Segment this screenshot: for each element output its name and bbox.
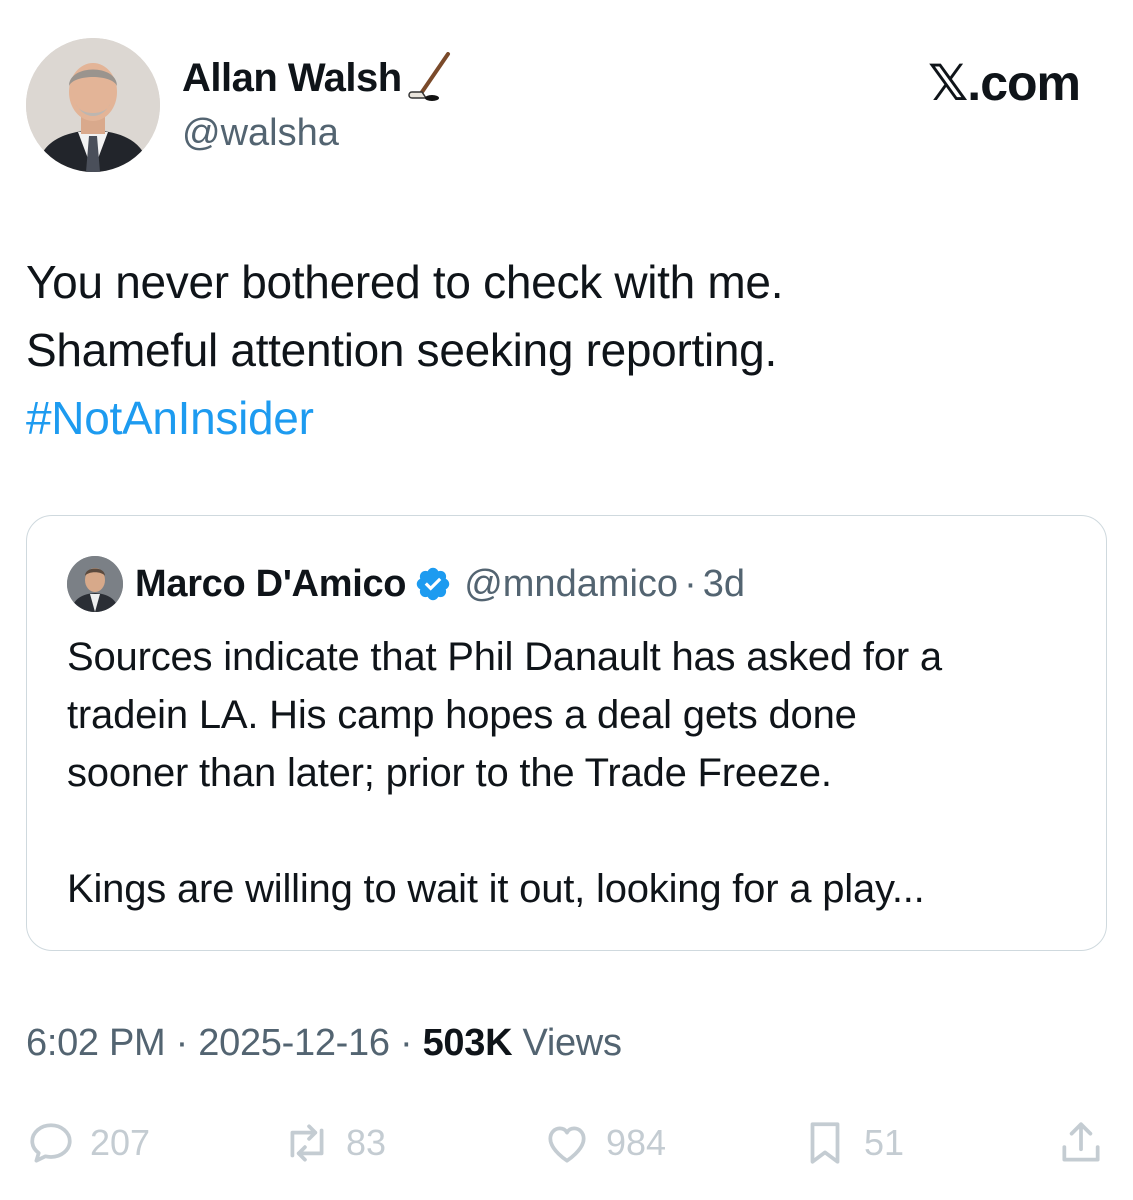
quoted-tweet-text: Sources indicate that Phil Danault has a… (67, 628, 1077, 918)
quoted-timestamp[interactable]: 3d (703, 563, 745, 606)
tweet-header: Allan Walsh @walsha 𝕏.com (26, 38, 1106, 172)
reply-icon (30, 1123, 72, 1163)
x-brand-logo: 𝕏.com (928, 55, 1081, 111)
share-button[interactable] (1056, 1118, 1106, 1168)
tweet-metadata: 6:02 PM · 2025-12-16 · 503K Views (26, 1022, 622, 1065)
quoted-author-handle[interactable]: @mndamico (464, 563, 678, 606)
hockey-stick-icon (406, 52, 454, 104)
author-avatar[interactable] (26, 38, 160, 172)
tweet-date[interactable]: 2025-12-16 (198, 1022, 390, 1064)
quoted-line: Kings are willing to wait it out, lookin… (67, 867, 925, 911)
quoted-line: Sources indicate that Phil Danault has a… (67, 635, 942, 679)
separator-dot: · (684, 562, 697, 605)
meta-separator: · (165, 1022, 199, 1064)
quoted-line: tradein LA. His camp hopes a deal gets d… (67, 693, 857, 737)
share-icon (1062, 1122, 1100, 1162)
tweet-line: You never bothered to check with me. (26, 256, 784, 308)
repost-button[interactable]: 83 (282, 1118, 386, 1168)
tweet-time[interactable]: 6:02 PM (26, 1022, 166, 1064)
bookmark-icon (810, 1122, 840, 1164)
author-name-row[interactable]: Allan Walsh (182, 52, 454, 104)
verified-badge-icon (416, 567, 450, 601)
views-label: Views (512, 1022, 622, 1064)
bookmark-button[interactable]: 51 (800, 1118, 904, 1168)
quoted-line: sooner than later; prior to the Trade Fr… (67, 751, 832, 795)
repost-icon (290, 1124, 324, 1162)
meta-separator: · (389, 1022, 423, 1064)
bookmark-count: 51 (864, 1122, 905, 1163)
quoted-tweet-card[interactable]: Marco D'Amico @mndamico · 3d Sources ind… (26, 515, 1107, 951)
repost-count: 83 (346, 1122, 387, 1163)
views-count: 503K (422, 1022, 513, 1064)
author-handle[interactable]: @walsha (182, 112, 339, 155)
like-button[interactable]: 984 (542, 1118, 666, 1168)
heart-icon (548, 1126, 586, 1163)
hashtag-link[interactable]: #NotAnInsider (26, 384, 1106, 452)
quoted-tweet-header: Marco D'Amico @mndamico · 3d (67, 556, 745, 612)
like-count: 984 (606, 1122, 667, 1163)
author-name[interactable]: Allan Walsh (182, 56, 402, 101)
quoted-author-name[interactable]: Marco D'Amico (135, 563, 407, 606)
tweet-text: You never bothered to check with me. Sha… (26, 248, 1106, 452)
action-bar: 207 83 984 51 (26, 1118, 1106, 1174)
tweet-line: Shameful attention seeking reporting. (26, 324, 777, 376)
reply-count: 207 (90, 1122, 151, 1163)
reply-button[interactable]: 207 (26, 1118, 150, 1168)
quoted-author-avatar[interactable] (67, 556, 123, 612)
